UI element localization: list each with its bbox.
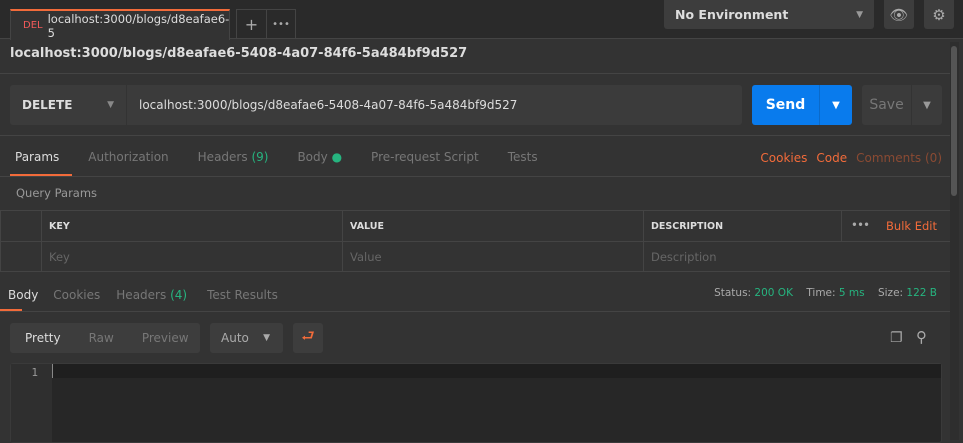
format-select[interactable]: Auto ▼ [210, 323, 283, 353]
environment-settings-button[interactable]: ⚙ [924, 0, 954, 29]
comments-link[interactable]: Comments (0) [856, 151, 942, 165]
description-input[interactable]: Description [643, 241, 952, 272]
size-label: Size: [877, 287, 904, 299]
body-label: Body [297, 150, 328, 164]
divider [0, 176, 950, 177]
environment-quick-look-button[interactable]: 👁 [884, 0, 914, 29]
size-value[interactable]: 122 B [906, 287, 937, 299]
response-headers-count: (4) [170, 288, 188, 302]
row-checkbox[interactable] [0, 241, 42, 272]
query-params-table: KEY VALUE DESCRIPTION ••• Bulk Edit Key … [0, 210, 952, 272]
tab-options-button[interactable]: ••• [266, 9, 296, 39]
search-icon[interactable]: ⚲ [916, 328, 927, 346]
headers-count: (9) [251, 150, 269, 164]
time-label: Time: [806, 287, 836, 299]
request-tab[interactable]: DEL localhost:3000/blogs/d8eafae6-5 [10, 9, 230, 40]
divider [0, 73, 950, 74]
chevron-down-icon: ▼ [856, 9, 863, 20]
wrap-icon: ⮐ [301, 326, 315, 345]
tab-headers[interactable]: Headers (9) [198, 150, 269, 176]
method-value: DELETE [22, 98, 73, 112]
view-pretty[interactable]: Pretty [25, 331, 61, 345]
wrap-lines-button[interactable]: ⮐ [293, 323, 323, 353]
column-header-description: DESCRIPTION ••• Bulk Edit [643, 210, 952, 242]
save-options-chevron-icon[interactable]: ▼ [912, 85, 942, 125]
column-header-value: VALUE [342, 210, 644, 242]
response-body-editor[interactable]: 1 [10, 363, 942, 443]
tab-tests[interactable]: Tests [508, 150, 538, 176]
divider [0, 135, 950, 136]
url-input[interactable]: localhost:3000/blogs/d8eafae6-5408-4a07-… [126, 85, 742, 125]
save-button[interactable]: Save ▼ [862, 85, 942, 125]
copy-icon[interactable]: ❐ [890, 330, 903, 346]
line-number: 1 [11, 364, 52, 442]
new-tab-button[interactable]: + [236, 9, 267, 39]
request-title: localhost:3000/blogs/d8eafae6-5408-4a07-… [10, 46, 468, 61]
view-preview[interactable]: Preview [142, 331, 189, 345]
table-header-row: KEY VALUE DESCRIPTION ••• Bulk Edit [0, 210, 952, 242]
scrollbar-thumb[interactable] [951, 46, 957, 196]
response-meta: Status: 200 OK Time: 5 ms Size: 122 B [714, 287, 937, 299]
view-raw[interactable]: Raw [89, 331, 114, 345]
scrollbar[interactable] [950, 42, 959, 440]
request-links: Cookies Code Comments (0) [760, 151, 942, 165]
tab-method: DEL [23, 20, 43, 31]
send-options-chevron-icon[interactable]: ▼ [820, 85, 852, 125]
view-mode-selector: Pretty Raw Preview [10, 323, 200, 353]
active-line [52, 364, 941, 378]
method-select[interactable]: DELETE ▼ [10, 85, 126, 125]
key-input[interactable]: Key [41, 241, 343, 272]
status-label: Status: [714, 287, 752, 299]
environment-value: No Environment [675, 7, 789, 22]
bulk-edit-link[interactable]: Bulk Edit [886, 219, 937, 233]
send-label: Send [752, 85, 820, 125]
checkbox-column-header [0, 210, 42, 242]
body-indicator-icon: ● [331, 150, 343, 164]
tab-title: localhost:3000/blogs/d8eafae6-5 [47, 11, 230, 40]
response-headers-label: Headers [116, 288, 167, 302]
column-options-button[interactable]: ••• [841, 211, 879, 241]
chevron-down-icon: ▼ [107, 100, 114, 110]
status-value[interactable]: 200 OK [754, 287, 793, 299]
environment-select[interactable]: No Environment ▼ [664, 0, 874, 29]
tab-params[interactable]: Params [15, 150, 59, 176]
chevron-down-icon: ▼ [263, 333, 270, 343]
column-header-key: KEY [41, 210, 343, 242]
divider [0, 311, 950, 312]
description-label: DESCRIPTION [651, 220, 724, 232]
format-value: Auto [221, 331, 249, 345]
eye-icon: 👁 [889, 5, 909, 24]
time-value[interactable]: 5 ms [839, 287, 865, 299]
gear-icon: ⚙ [932, 5, 946, 24]
tab-authorization[interactable]: Authorization [88, 150, 168, 176]
table-row: Key Value Description [0, 241, 952, 272]
value-input[interactable]: Value [342, 241, 644, 272]
cookies-link[interactable]: Cookies [760, 151, 807, 165]
query-params-label: Query Params [16, 186, 98, 200]
headers-label: Headers [197, 150, 248, 164]
tab-pre-request-script[interactable]: Pre-request Script [371, 150, 479, 176]
code-link[interactable]: Code [816, 151, 847, 165]
send-button[interactable]: Send ▼ [752, 85, 852, 125]
tab-body[interactable]: Body ● [297, 150, 342, 176]
save-label: Save [862, 85, 912, 125]
